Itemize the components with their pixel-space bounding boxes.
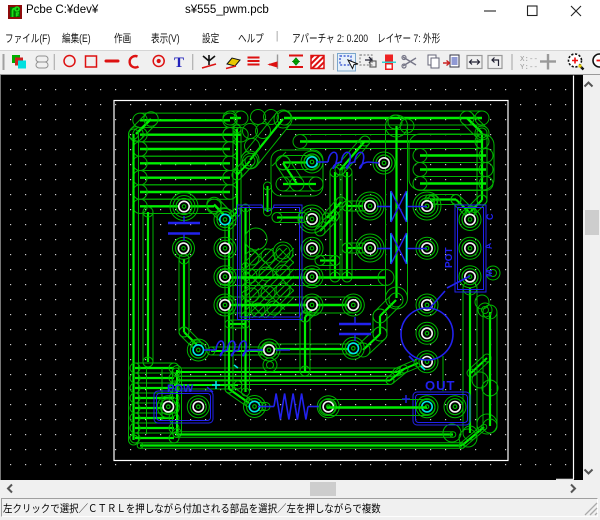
svg-text:C: C [485,213,495,220]
svg-text:POW: POW [167,383,194,395]
svg-text:T: T [174,55,184,71]
svg-text:Y:--: Y:-- [520,64,538,72]
svg-text:M: M [484,270,494,278]
svg-text:X:--: X:-- [520,56,538,64]
svg-text:POT: POT [444,247,455,268]
svg-text:OUT: OUT [425,378,455,393]
